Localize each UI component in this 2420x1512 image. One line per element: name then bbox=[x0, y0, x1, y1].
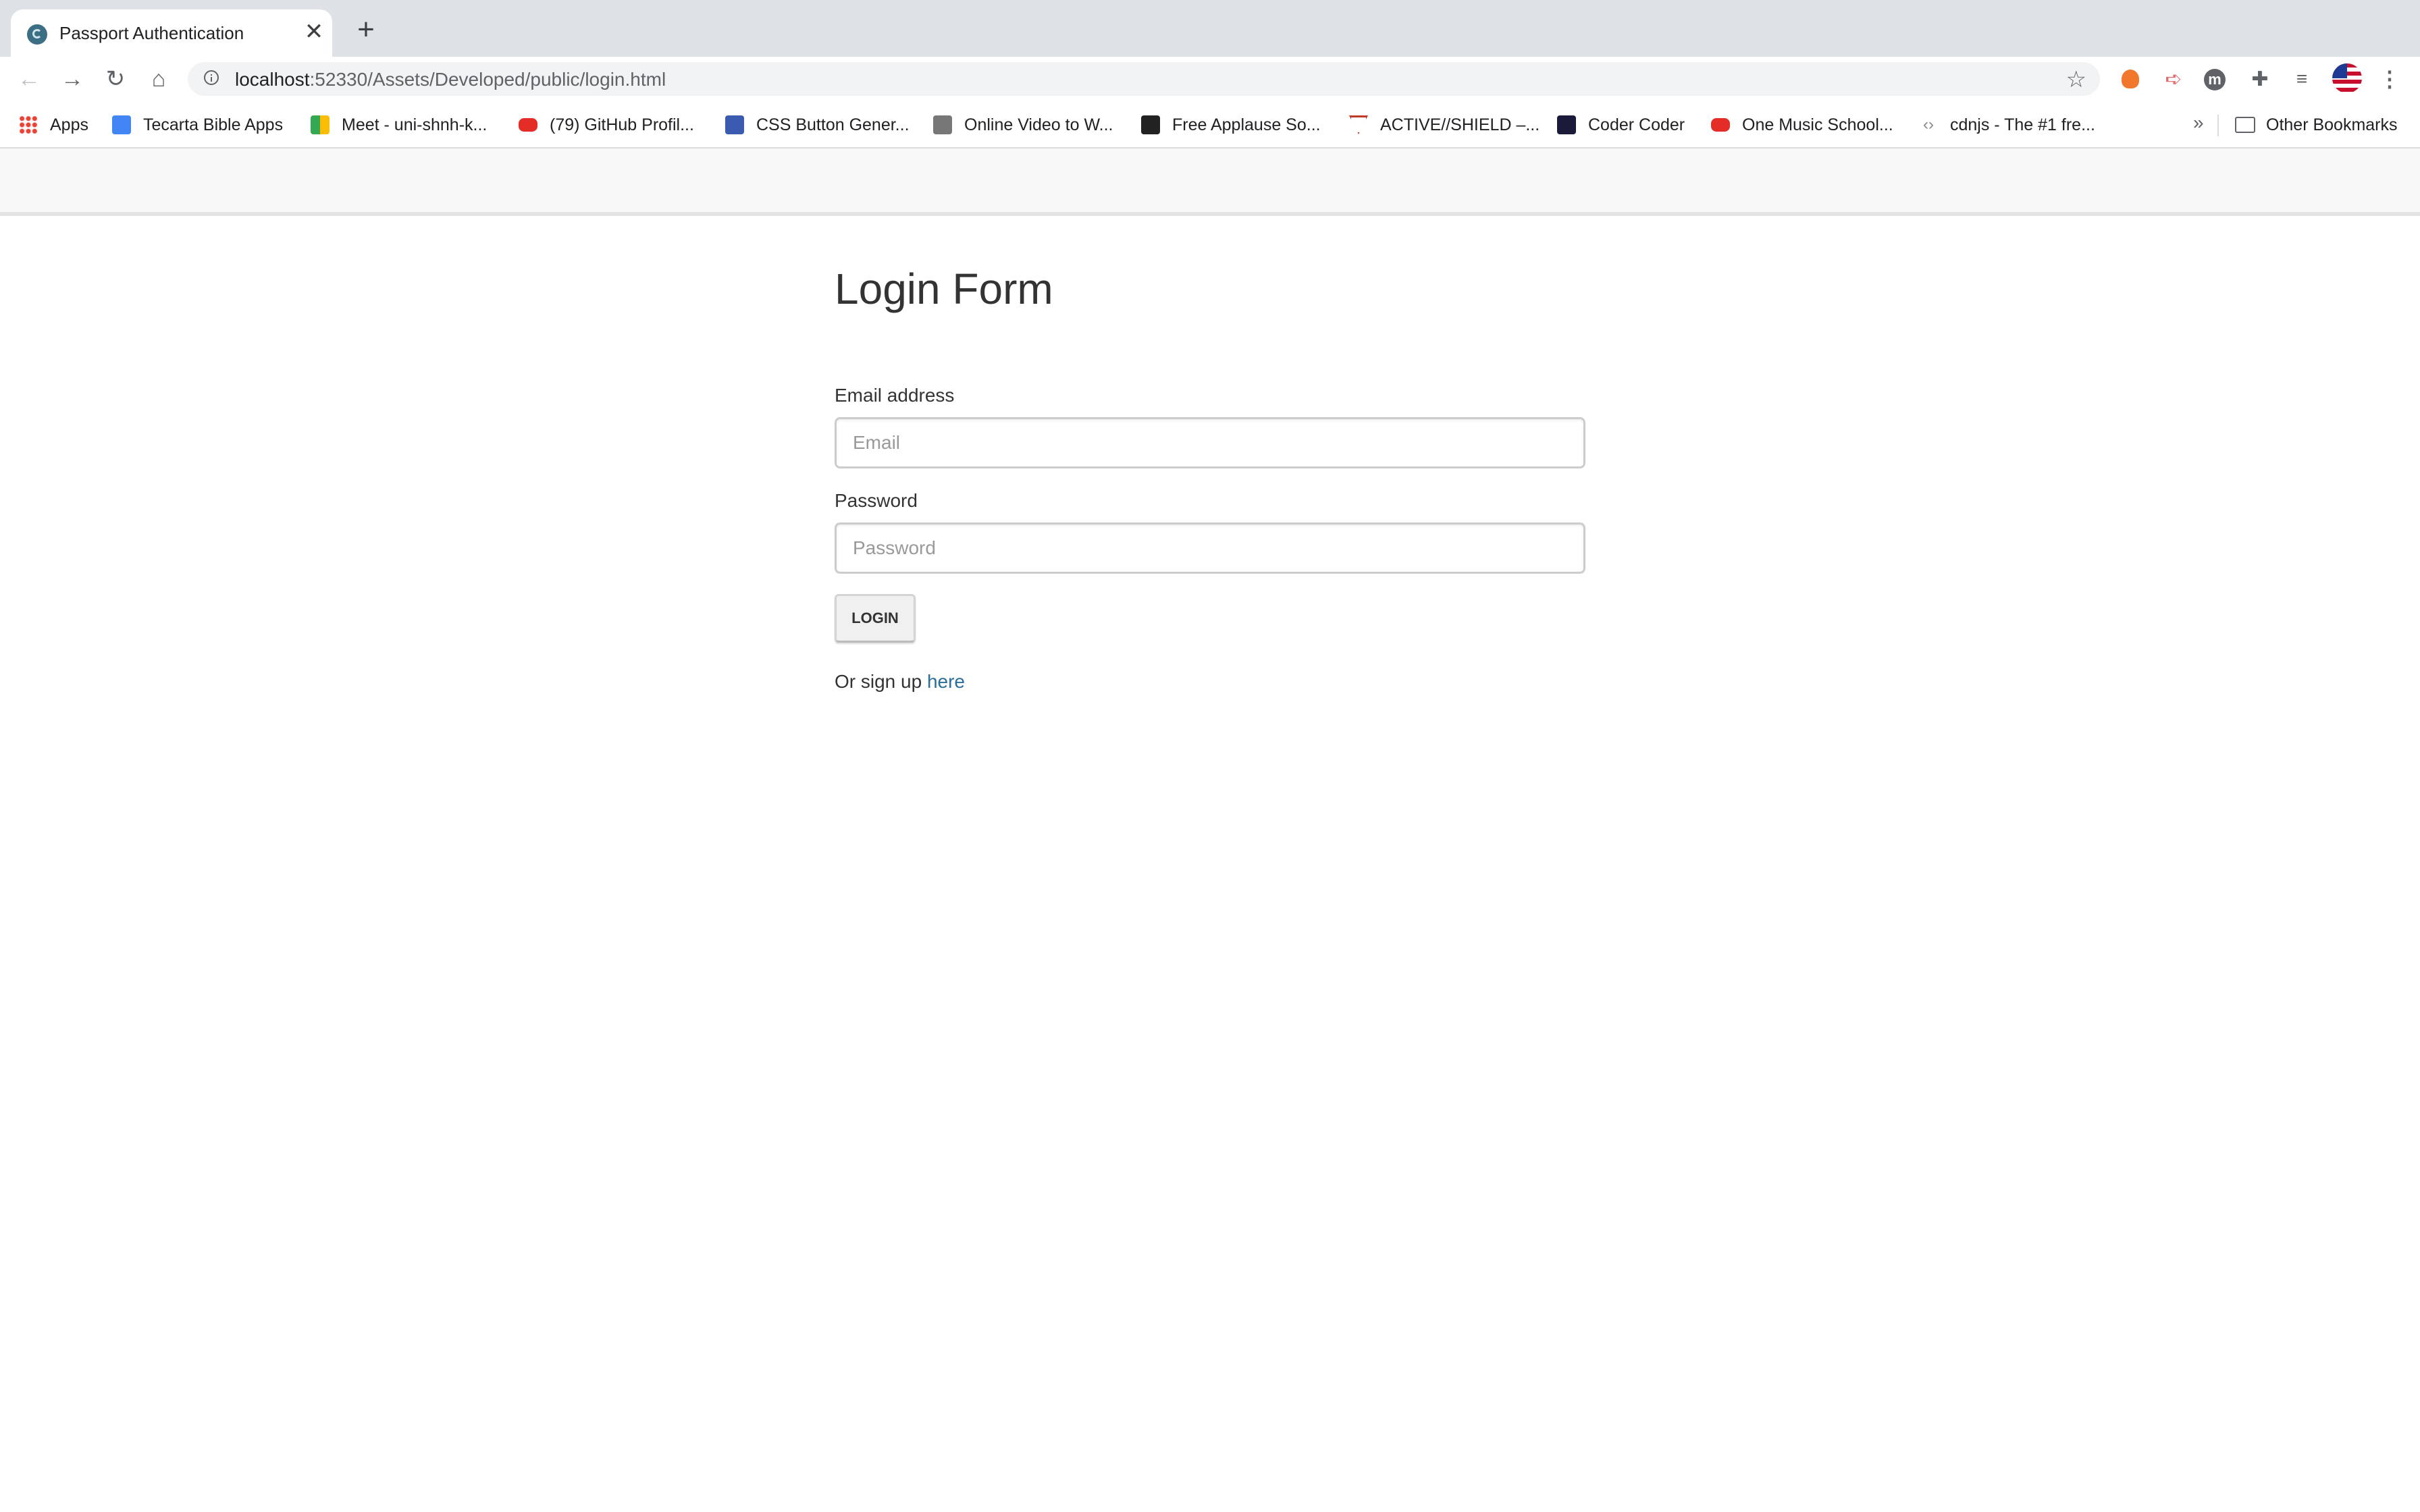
url-text[interactable]: localhost:52330/Assets/Developed/public/… bbox=[235, 69, 666, 90]
coder-coder-icon bbox=[1557, 115, 1576, 134]
browser-tab[interactable]: Passport Authentication ✕ bbox=[11, 9, 332, 57]
x-icon bbox=[725, 115, 744, 134]
arrow-extension-icon[interactable]: ➪ bbox=[2161, 66, 2186, 92]
fire-extension-icon[interactable] bbox=[2118, 66, 2143, 92]
password-label: Password bbox=[835, 490, 918, 511]
login-button[interactable]: LOGIN bbox=[835, 594, 916, 643]
tab-title: Passport Authentication bbox=[59, 23, 244, 43]
url-host: localhost bbox=[235, 69, 310, 90]
bookmark-label: cdnjs - The #1 fre... bbox=[1950, 115, 2095, 134]
bookmark-label: Apps bbox=[50, 115, 88, 134]
tecarta-icon bbox=[112, 115, 131, 134]
us-flag-extension-icon[interactable] bbox=[2332, 63, 2362, 93]
bookmark-apps[interactable]: Apps bbox=[19, 113, 88, 136]
email-field[interactable] bbox=[835, 417, 1585, 468]
other-bookmarks-folder[interactable]: Other Bookmarks bbox=[2235, 113, 2398, 136]
google-meet-icon bbox=[311, 115, 330, 134]
passport-favicon-icon bbox=[27, 24, 47, 45]
signup-link[interactable]: here bbox=[927, 671, 965, 692]
pir-icon bbox=[1141, 115, 1160, 134]
bookmark-label: Free Applause So... bbox=[1172, 115, 1321, 134]
bookmarks-overflow-chevron-icon[interactable]: » bbox=[2193, 112, 2204, 134]
bookmarks-divider bbox=[2217, 115, 2219, 136]
new-tab-button[interactable]: + bbox=[352, 15, 379, 45]
bookmark-css-button[interactable]: CSS Button Gener... bbox=[725, 113, 910, 136]
home-button[interactable]: ⌂ bbox=[143, 63, 174, 94]
bookmark-active-shield[interactable]: ACTIVE//SHIELD –... bbox=[1349, 113, 1540, 136]
shield-v-icon bbox=[1349, 115, 1368, 134]
url-path: :52330/Assets/Developed/public/login.htm… bbox=[309, 69, 666, 90]
tab-strip: Passport Authentication ✕ + bbox=[0, 0, 2420, 57]
bookmark-coder-coder[interactable]: Coder Coder bbox=[1557, 113, 1685, 136]
bookmark-label: ACTIVE//SHIELD –... bbox=[1380, 115, 1540, 134]
bookmark-label: One Music School... bbox=[1742, 115, 1893, 134]
close-tab-icon[interactable]: ✕ bbox=[302, 20, 325, 43]
site-info-icon[interactable] bbox=[204, 70, 219, 85]
email-label: Email address bbox=[835, 385, 955, 406]
bookmark-label: Coder Coder bbox=[1588, 115, 1685, 134]
media-queue-icon[interactable]: ≡ bbox=[2289, 66, 2315, 92]
page-title: Login Form bbox=[835, 265, 1053, 313]
bookmark-label: Meet - uni-shnh-k... bbox=[342, 115, 488, 134]
bookmark-one-music[interactable]: One Music School... bbox=[1711, 113, 1893, 136]
page-navbar bbox=[0, 148, 2420, 216]
password-field[interactable] bbox=[835, 522, 1585, 574]
folder-icon bbox=[2235, 117, 2255, 133]
bookmark-free-applause[interactable]: Free Applause So... bbox=[1141, 113, 1321, 136]
bookmark-label: Online Video to W... bbox=[964, 115, 1113, 134]
bookmark-github-profile[interactable]: (79) GitHub Profil... bbox=[519, 113, 694, 136]
signup-prompt: Or sign up here bbox=[835, 671, 965, 693]
youtube-icon bbox=[519, 118, 537, 132]
address-bar[interactable]: localhost:52330/Assets/Developed/public/… bbox=[188, 62, 2100, 96]
apps-grid-icon bbox=[19, 115, 38, 134]
bookmark-label: CSS Button Gener... bbox=[756, 115, 910, 134]
code-brackets-icon: ‹› bbox=[1923, 115, 1934, 134]
bookmark-label: (79) GitHub Profil... bbox=[550, 115, 694, 134]
signup-text: Or sign up bbox=[835, 671, 922, 692]
youtube-icon bbox=[1711, 118, 1730, 132]
forward-button[interactable]: → bbox=[57, 63, 88, 94]
bookmark-tecarta[interactable]: Tecarta Bible Apps bbox=[112, 113, 283, 136]
puzzle-icon[interactable]: ✚ bbox=[2247, 66, 2273, 92]
m-extension-icon[interactable]: m bbox=[2204, 69, 2226, 90]
bookmark-meet[interactable]: Meet - uni-shnh-k... bbox=[311, 113, 487, 136]
video-converter-icon bbox=[933, 115, 952, 134]
bookmarks-bar: Apps Tecarta Bible Apps Meet - uni-shnh-… bbox=[0, 101, 2420, 148]
browser-toolbar: ← → ↻ ⌂ localhost:52330/Assets/Developed… bbox=[0, 57, 2420, 101]
other-bookmarks-label: Other Bookmarks bbox=[2266, 115, 2398, 134]
back-button[interactable]: ← bbox=[14, 63, 45, 94]
bookmark-online-video[interactable]: Online Video to W... bbox=[933, 113, 1113, 136]
login-container: Login Form Email address Password LOGIN … bbox=[835, 263, 1585, 692]
reload-button[interactable]: ↻ bbox=[100, 63, 131, 94]
bookmark-cdnjs[interactable]: ‹› cdnjs - The #1 fre... bbox=[1919, 113, 2095, 136]
bookmark-star-icon[interactable]: ☆ bbox=[2066, 66, 2086, 93]
kebab-menu-icon[interactable]: ⋮ bbox=[2377, 66, 2402, 92]
bookmark-label: Tecarta Bible Apps bbox=[143, 115, 284, 134]
